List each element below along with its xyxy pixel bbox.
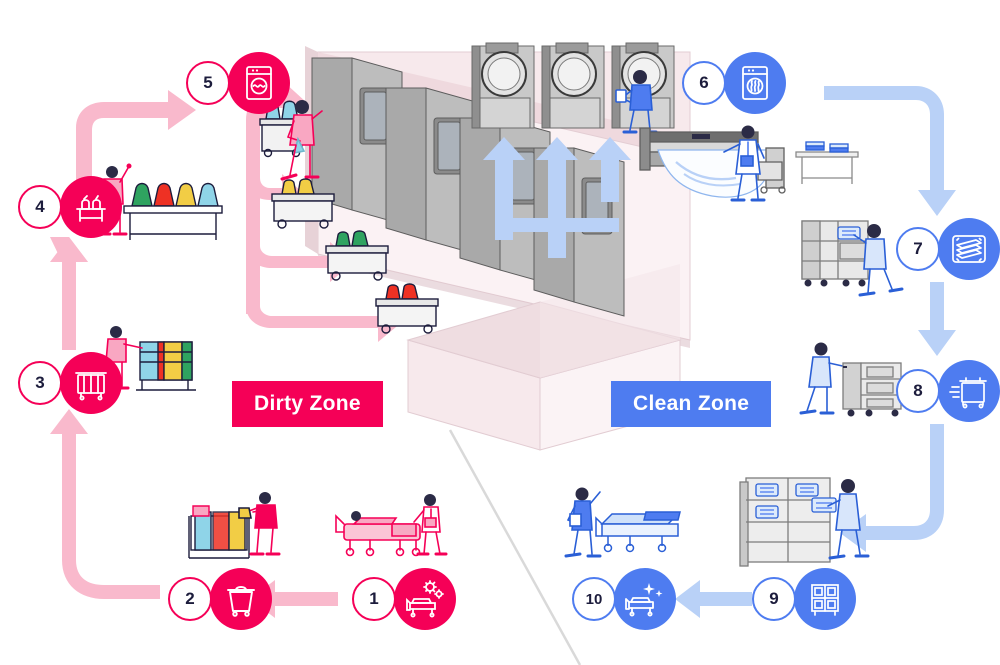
- sorting-trolley-icon: [60, 352, 122, 414]
- step-badge-5[interactable]: 5: [186, 52, 290, 114]
- sorting-table-icon: [60, 176, 122, 238]
- clean-bed-icon: [614, 568, 676, 630]
- folded-linen-icon: [938, 218, 1000, 280]
- clean-linen-cart-icon: [938, 360, 1000, 422]
- laundry-cart-green-bags: [325, 230, 389, 281]
- step-badge-7[interactable]: 7: [896, 218, 1000, 280]
- step-badge-1[interactable]: 1: [352, 568, 456, 630]
- step-number: 4: [18, 185, 62, 229]
- clean-zone-label: Clean Zone: [611, 381, 772, 427]
- dirty-zone-label: Dirty Zone: [232, 381, 383, 427]
- laundry-workflow-diagram: 1 2 3 4 5 6 7 8 9 10 Dirty Zone Clean Zo…: [0, 0, 1000, 665]
- step-number: 3: [18, 361, 62, 405]
- step-badge-3[interactable]: 3: [18, 352, 122, 414]
- step-number: 10: [572, 577, 616, 621]
- laundry-cart-red-bags: [375, 283, 439, 334]
- tumble-dryer: [541, 42, 605, 129]
- scene-staff-with-freshly-made-bed: [564, 487, 681, 558]
- scene-patient-in-bed-with-doctor: [335, 494, 448, 557]
- step-badge-6[interactable]: 6: [682, 52, 786, 114]
- laundry-cart-icon: [210, 568, 272, 630]
- step-number: 6: [682, 61, 726, 105]
- tumble-dryer: [471, 42, 535, 129]
- step-number: 2: [168, 577, 212, 621]
- step-badge-4[interactable]: 4: [18, 176, 122, 238]
- tumble-dryer-icon: [724, 52, 786, 114]
- step-number: 8: [896, 369, 940, 413]
- step-badge-9[interactable]: 9: [752, 568, 856, 630]
- scene-staff-stocking-linen-storage: [739, 477, 870, 567]
- scene-operator-at-flatwork-ironer: [639, 125, 859, 202]
- linen-storage-icon: [794, 568, 856, 630]
- scene-staff-pushing-clean-linen-cart: [799, 342, 902, 417]
- step-number: 1: [352, 577, 396, 621]
- laundry-cart-yellow-bags: [271, 178, 335, 229]
- step-number: 7: [896, 227, 940, 271]
- step-badge-8[interactable]: 8: [896, 360, 1000, 422]
- step-number: 9: [752, 577, 796, 621]
- scene-staff-sorting-into-colored-bins: [188, 492, 281, 559]
- scene-staff-folding-linen-at-shelf: [801, 220, 904, 297]
- step-badge-10[interactable]: 10: [572, 568, 676, 630]
- contaminated-bed-icon: [394, 568, 456, 630]
- step-number: 5: [186, 61, 230, 105]
- washing-machine-icon: [228, 52, 290, 114]
- step-badge-2[interactable]: 2: [168, 568, 272, 630]
